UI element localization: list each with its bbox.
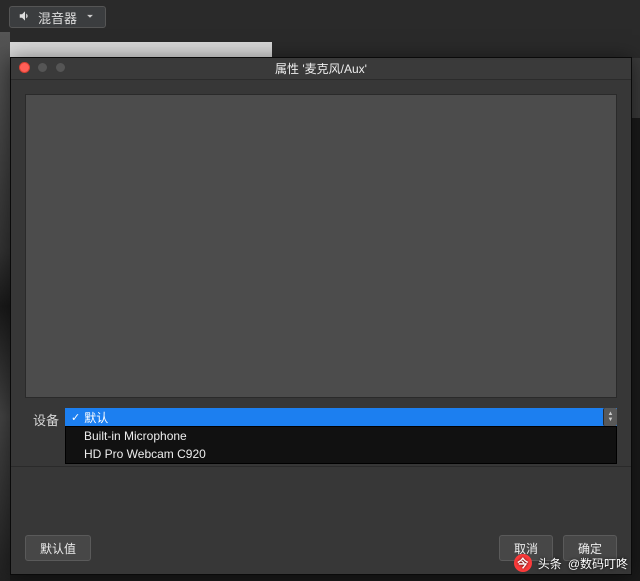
defaults-button[interactable]: 默认值 [25, 535, 91, 561]
speaker-icon [18, 9, 32, 26]
device-select[interactable]: ✓ 默认 ▲▼ Built-in Microphone HD Pro Webca… [65, 408, 617, 426]
chevron-down-icon [83, 9, 97, 26]
dialog-content: 设备 ✓ 默认 ▲▼ Built-in Microphone HD Pro We… [11, 80, 631, 522]
close-icon[interactable] [19, 62, 30, 73]
defaults-button-label: 默认值 [40, 540, 76, 557]
device-dropdown: Built-in Microphone HD Pro Webcam C920 [65, 426, 617, 464]
device-selected-text: 默认 [84, 409, 108, 426]
preview-panel-strip [10, 42, 272, 57]
cancel-button[interactable]: 取消 [499, 535, 553, 561]
minimize-icon[interactable] [37, 62, 48, 73]
check-icon: ✓ [71, 411, 80, 424]
dialog-titlebar: 属性 '麦克风/Aux' [11, 58, 631, 80]
ok-button[interactable]: 确定 [563, 535, 617, 561]
mixer-label: 混音器 [38, 8, 77, 27]
device-option[interactable]: Built-in Microphone [66, 427, 616, 445]
bg-strip-left [0, 32, 10, 581]
zoom-icon[interactable] [55, 62, 66, 73]
ok-button-label: 确定 [578, 540, 602, 557]
cancel-button-label: 取消 [514, 540, 538, 557]
device-selected[interactable]: ✓ 默认 ▲▼ [65, 408, 617, 426]
window-controls [19, 62, 66, 73]
properties-dialog: 属性 '麦克风/Aux' 设备 ✓ 默认 ▲▼ Built-in Microph… [10, 57, 632, 575]
device-option[interactable]: HD Pro Webcam C920 [66, 445, 616, 463]
device-row: 设备 ✓ 默认 ▲▼ Built-in Microphone HD Pro We… [25, 408, 617, 429]
separator [11, 466, 631, 467]
mixer-dropdown-button[interactable]: 混音器 [9, 6, 106, 28]
device-label: 设备 [25, 408, 65, 429]
dialog-title: 属性 '麦克风/Aux' [275, 60, 367, 77]
dialog-footer: 默认值 取消 确定 [11, 522, 631, 574]
source-preview [25, 94, 617, 398]
select-stepper-icon[interactable]: ▲▼ [603, 408, 617, 426]
